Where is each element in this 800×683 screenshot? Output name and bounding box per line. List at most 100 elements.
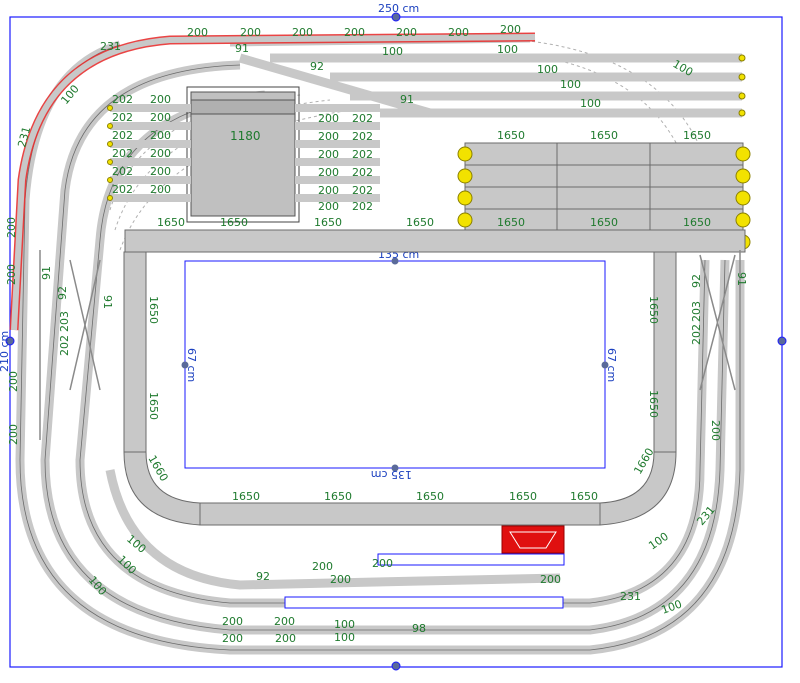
right-switch-2: 91 bbox=[735, 272, 748, 286]
top-100-2: 100 bbox=[497, 43, 518, 56]
switch-top-3: 91 bbox=[400, 93, 414, 106]
switch-top-1: 91 bbox=[235, 42, 249, 55]
siding-r-5a: 200 bbox=[318, 184, 339, 197]
left-curve-6: 200 bbox=[7, 424, 20, 445]
bottom-2: 200 bbox=[274, 615, 295, 628]
siding-l-1b: 200 bbox=[150, 93, 171, 106]
top-straight-4: 200 bbox=[344, 26, 365, 39]
siding-l-1a: 202 bbox=[112, 93, 133, 106]
right-switch-5: 200 bbox=[709, 420, 722, 441]
bottom-5: 100 bbox=[334, 618, 355, 631]
left-lower-100-1: 100 bbox=[124, 532, 148, 555]
bottom-4: 200 bbox=[275, 632, 296, 645]
left-switch-1: 91 bbox=[40, 266, 53, 280]
station-bot-2: 1650 bbox=[324, 490, 352, 503]
bottom-10: 200 bbox=[312, 560, 333, 573]
station-bot-3: 1650 bbox=[416, 490, 444, 503]
station-top-1: 1650 bbox=[157, 216, 185, 229]
right-switch-4: 203 bbox=[690, 301, 703, 322]
left-switch-3: 91 bbox=[101, 295, 114, 309]
inner-width-bottom: 135 cm bbox=[371, 468, 412, 481]
siding-l-3a: 202 bbox=[112, 129, 133, 142]
station-right-2: 1650 bbox=[647, 390, 660, 418]
bottom-6: 100 bbox=[334, 631, 355, 644]
platform-lower bbox=[284, 596, 564, 609]
track-layout-diagram: 250 cm 210 cm 135 cm 135 cm 67 cm 67 cm bbox=[0, 2, 787, 671]
siding-l-2a: 202 bbox=[112, 111, 133, 124]
top-100-1: 100 bbox=[382, 45, 403, 58]
siding-l-2b: 200 bbox=[150, 111, 171, 124]
inner-height-left: 67 cm bbox=[185, 348, 198, 382]
station-left-2: 1650 bbox=[147, 392, 160, 420]
switch-bottom-1: 98 bbox=[412, 622, 426, 635]
siding-r-3a: 200 bbox=[318, 148, 339, 161]
turntable-bridge bbox=[190, 99, 296, 115]
yard-bot-1: 1650 bbox=[497, 216, 525, 229]
dim-handle-right[interactable] bbox=[777, 336, 787, 346]
top-corner-label: 231 bbox=[100, 40, 121, 53]
yard-bot-3: 1650 bbox=[683, 216, 711, 229]
right-curve-4: 231 bbox=[620, 590, 641, 603]
signal-box[interactable] bbox=[501, 525, 565, 554]
siding-r-4b: 202 bbox=[352, 166, 373, 179]
left-curve-4: 200 bbox=[5, 264, 18, 285]
switch-bottom-2: 92 bbox=[256, 570, 270, 583]
left-curve-5: 200 bbox=[7, 371, 20, 392]
siding-r-5b: 202 bbox=[352, 184, 373, 197]
left-curve-3: 200 bbox=[5, 217, 18, 238]
yard-top-2: 1650 bbox=[590, 129, 618, 142]
station-bot-5: 1650 bbox=[570, 490, 598, 503]
yard-bot-2: 1650 bbox=[590, 216, 618, 229]
station-left-1: 1650 bbox=[147, 296, 160, 324]
siding-r-2b: 202 bbox=[352, 130, 373, 143]
station-bot-4: 1650 bbox=[509, 490, 537, 503]
siding-l-6a: 202 bbox=[112, 183, 133, 196]
siding-r-1b: 202 bbox=[352, 112, 373, 125]
inner-height-right: 67 cm bbox=[605, 348, 618, 382]
station-top-3: 1650 bbox=[314, 216, 342, 229]
bottom-3: 200 bbox=[222, 632, 243, 645]
station-top-4: 1650 bbox=[406, 216, 434, 229]
siding-r-4a: 200 bbox=[318, 166, 339, 179]
siding-r-2a: 200 bbox=[318, 130, 339, 143]
dim-handle-bottom[interactable] bbox=[391, 661, 401, 671]
bottom-8: 200 bbox=[540, 573, 561, 586]
top-100-5: 100 bbox=[580, 97, 601, 110]
overall-width-label: 250 cm bbox=[378, 2, 419, 15]
siding-r-1a: 200 bbox=[318, 112, 339, 125]
right-curve-2: 100 bbox=[646, 530, 671, 553]
siding-r-3b: 202 bbox=[352, 148, 373, 161]
siding-r-6a: 200 bbox=[318, 200, 339, 213]
bottom-7: 200 bbox=[330, 573, 351, 586]
top-straight-5: 200 bbox=[396, 26, 417, 39]
siding-l-3b: 200 bbox=[150, 129, 171, 142]
top-straight-1: 200 bbox=[187, 26, 208, 39]
top-100-3: 100 bbox=[537, 63, 558, 76]
siding-l-5b: 200 bbox=[150, 165, 171, 178]
station-bot-1: 1650 bbox=[232, 490, 260, 503]
siding-l-5a: 202 bbox=[112, 165, 133, 178]
platform-upper bbox=[377, 553, 565, 566]
right-switch-1: 92 bbox=[690, 274, 703, 288]
top-100-4: 100 bbox=[560, 78, 581, 91]
siding-l-4b: 200 bbox=[150, 147, 171, 160]
station-tracks bbox=[123, 229, 746, 526]
inner-area-outline bbox=[184, 260, 606, 469]
right-switch-3: 202 bbox=[690, 324, 703, 345]
yard-top-3: 1650 bbox=[683, 129, 711, 142]
top-straight-3: 200 bbox=[292, 26, 313, 39]
yard-top-1: 1650 bbox=[497, 129, 525, 142]
left-switch-4: 202 bbox=[58, 335, 71, 356]
left-switch-5: 203 bbox=[58, 311, 71, 332]
switch-top-2: 92 bbox=[310, 60, 324, 73]
left-switch-2: 92 bbox=[56, 286, 69, 300]
top-right-buffers bbox=[738, 54, 746, 117]
overall-height-label: 210 cm bbox=[0, 331, 11, 372]
station-top-2: 1650 bbox=[220, 216, 248, 229]
top-straight-7: 200 bbox=[500, 23, 521, 36]
top-straight-2: 200 bbox=[240, 26, 261, 39]
turntable-label: 1180 bbox=[230, 129, 261, 143]
bottom-9: 200 bbox=[372, 557, 393, 570]
bottom-1: 200 bbox=[222, 615, 243, 628]
siding-l-4a: 202 bbox=[112, 147, 133, 160]
